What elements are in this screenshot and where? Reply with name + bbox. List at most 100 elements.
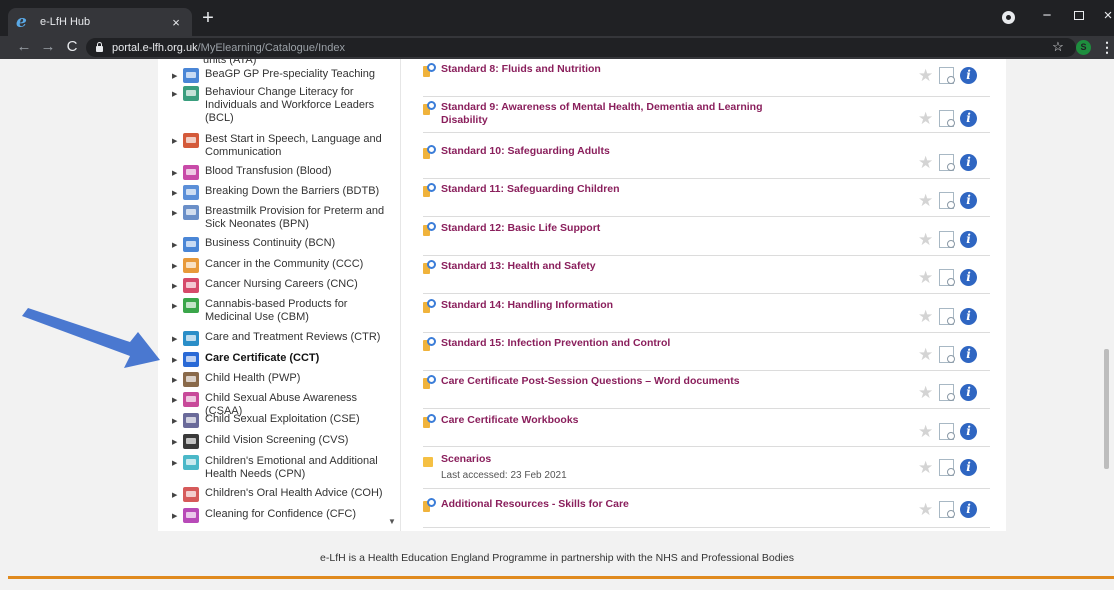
course-row[interactable]: Standard 13: Health and Safety ★ i xyxy=(423,260,990,294)
sidebar-item[interactable]: ▶ Breaking Down the Barriers (BDTB) xyxy=(172,185,396,200)
info-icon[interactable]: i xyxy=(960,192,977,209)
info-icon[interactable]: i xyxy=(960,346,977,363)
favourite-star-icon[interactable]: ★ xyxy=(918,423,933,440)
view-course-icon[interactable] xyxy=(939,154,955,171)
profile-menu-icon[interactable] xyxy=(1002,11,1015,24)
caret-right-icon[interactable]: ▶ xyxy=(172,512,180,520)
view-course-icon[interactable] xyxy=(939,459,955,476)
view-course-icon[interactable] xyxy=(939,423,955,440)
course-title[interactable]: Standard 15: Infection Prevention and Co… xyxy=(441,337,801,350)
view-course-icon[interactable] xyxy=(939,384,955,401)
favourite-star-icon[interactable]: ★ xyxy=(918,269,933,286)
view-course-icon[interactable] xyxy=(939,308,955,325)
course-row[interactable]: Standard 12: Basic Life Support ★ i xyxy=(423,222,990,256)
reload-icon[interactable]: C xyxy=(62,37,82,57)
course-title[interactable]: Standard 12: Basic Life Support xyxy=(441,222,801,235)
caret-right-icon[interactable]: ▶ xyxy=(172,169,180,177)
view-course-icon[interactable] xyxy=(939,231,955,248)
sidebar-item[interactable]: ▶ Breastmilk Provision for Preterm and Si… xyxy=(172,205,396,231)
course-title[interactable]: Standard 10: Safeguarding Adults xyxy=(441,145,801,158)
info-icon[interactable]: i xyxy=(960,110,977,127)
back-arrow-icon[interactable]: ← xyxy=(14,37,34,57)
address-bar[interactable]: portal.e-lfh.org.uk/MyElearning/Catalogu… xyxy=(86,38,1076,57)
course-title[interactable]: Care Certificate Workbooks xyxy=(441,414,801,427)
browser-menu-icon[interactable]: ⋮ xyxy=(1100,38,1114,56)
course-title[interactable]: Standard 14: Handling Information xyxy=(441,299,801,312)
sidebar-item[interactable]: ▶ Cancer Nursing Careers (CNC) xyxy=(172,278,396,293)
course-title[interactable]: Additional Resources - Skills for Care xyxy=(441,498,801,511)
view-course-icon[interactable] xyxy=(939,269,955,286)
course-row[interactable]: Scenarios Last accessed: 23 Feb 2021 ★ i xyxy=(423,453,990,489)
caret-right-icon[interactable]: ▶ xyxy=(172,335,180,343)
minimize-button[interactable]: − xyxy=(1036,6,1058,26)
view-course-icon[interactable] xyxy=(939,110,955,127)
caret-right-icon[interactable]: ▶ xyxy=(172,241,180,249)
sidebar-item[interactable]: ▶ Cannabis-based Products for Medicinal U… xyxy=(172,298,396,324)
view-course-icon[interactable] xyxy=(939,501,955,518)
favourite-star-icon[interactable]: ★ xyxy=(918,501,933,518)
favourite-star-icon[interactable]: ★ xyxy=(918,67,933,84)
favourite-star-icon[interactable]: ★ xyxy=(918,384,933,401)
info-icon[interactable]: i xyxy=(960,459,977,476)
sidebar-item[interactable]: ▶ Best Start in Speech, Language and Comm… xyxy=(172,133,396,159)
caret-right-icon[interactable]: ▶ xyxy=(172,417,180,425)
sidebar-item[interactable]: ▶ Child Sexual Exploitation (CSE) xyxy=(172,413,396,428)
caret-right-icon[interactable]: ▶ xyxy=(172,438,180,446)
browser-tab[interactable]: e e-LfH Hub × xyxy=(8,8,192,36)
forward-arrow-icon[interactable]: → xyxy=(38,37,58,57)
caret-right-icon[interactable]: ▶ xyxy=(172,90,180,98)
new-tab-button[interactable]: + xyxy=(198,7,218,29)
info-icon[interactable]: i xyxy=(960,67,977,84)
caret-right-icon[interactable]: ▶ xyxy=(172,459,180,467)
caret-right-icon[interactable]: ▶ xyxy=(172,189,180,197)
sidebar-item[interactable]: ▶ Behaviour Change Literacy for Individua… xyxy=(172,86,396,125)
caret-right-icon[interactable]: ▶ xyxy=(172,209,180,217)
course-title[interactable]: Scenarios xyxy=(441,453,801,466)
sidebar-item[interactable]: ▶ BeaGP GP Pre-speciality Teaching xyxy=(172,68,396,83)
sidebar-item-care-certificate[interactable]: ▶ Care Certificate (CCT) xyxy=(172,352,396,367)
favourite-star-icon[interactable]: ★ xyxy=(918,459,933,476)
favourite-star-icon[interactable]: ★ xyxy=(918,192,933,209)
course-row[interactable]: Standard 11: Safeguarding Children ★ i xyxy=(423,183,990,217)
course-title[interactable]: Standard 13: Health and Safety xyxy=(441,260,801,273)
sidebar-item[interactable]: units (ATA) xyxy=(172,59,396,67)
sidebar-item[interactable]: ▶ Care and Treatment Reviews (CTR) xyxy=(172,331,396,346)
course-row[interactable]: Standard 10: Safeguarding Adults ★ i xyxy=(423,145,990,179)
sidebar-item[interactable]: ▶ Children's Oral Health Advice (COH) xyxy=(172,487,396,502)
sidebar-item[interactable]: ▶ Blood Transfusion (Blood) xyxy=(172,165,396,180)
info-icon[interactable]: i xyxy=(960,384,977,401)
favourite-star-icon[interactable]: ★ xyxy=(918,346,933,363)
caret-right-icon[interactable]: ▶ xyxy=(172,302,180,310)
view-course-icon[interactable] xyxy=(939,67,955,84)
view-course-icon[interactable] xyxy=(939,346,955,363)
caret-right-icon[interactable]: ▶ xyxy=(172,376,180,384)
caret-right-icon[interactable]: ▶ xyxy=(172,262,180,270)
favourite-star-icon[interactable]: ★ xyxy=(918,231,933,248)
sidebar-scrollbar[interactable]: ▼ xyxy=(386,59,398,531)
tab-close-icon[interactable]: × xyxy=(168,15,184,30)
course-row[interactable]: Standard 15: Infection Prevention and Co… xyxy=(423,337,990,371)
sidebar-item[interactable]: ▶ Children's Emotional and Additional Hea… xyxy=(172,455,396,481)
sidebar-item[interactable]: ▶ Child Health (PWP) xyxy=(172,372,396,387)
info-icon[interactable]: i xyxy=(960,501,977,518)
caret-right-icon[interactable]: ▶ xyxy=(172,491,180,499)
maximize-button[interactable] xyxy=(1068,6,1090,26)
caret-right-icon[interactable]: ▶ xyxy=(172,137,180,145)
info-icon[interactable]: i xyxy=(960,231,977,248)
bookmark-star-icon[interactable]: ☆ xyxy=(1050,38,1066,56)
page-scrollbar-thumb[interactable] xyxy=(1104,349,1109,469)
view-course-icon[interactable] xyxy=(939,192,955,209)
course-title[interactable]: Standard 9: Awareness of Mental Health, … xyxy=(441,101,801,127)
scroll-down-icon[interactable]: ▼ xyxy=(388,517,396,526)
info-icon[interactable]: i xyxy=(960,269,977,286)
info-icon[interactable]: i xyxy=(960,308,977,325)
course-title[interactable]: Standard 8: Fluids and Nutrition xyxy=(441,63,801,76)
course-row[interactable]: Care Certificate Post-Session Questions … xyxy=(423,375,990,409)
favourite-star-icon[interactable]: ★ xyxy=(918,154,933,171)
favourite-star-icon[interactable]: ★ xyxy=(918,110,933,127)
course-title[interactable]: Care Certificate Post-Session Questions … xyxy=(441,375,801,388)
favourite-star-icon[interactable]: ★ xyxy=(918,308,933,325)
caret-right-icon[interactable]: ▶ xyxy=(172,282,180,290)
sidebar-item[interactable]: ▶ Child Vision Screening (CVS) xyxy=(172,434,396,449)
info-icon[interactable]: i xyxy=(960,154,977,171)
